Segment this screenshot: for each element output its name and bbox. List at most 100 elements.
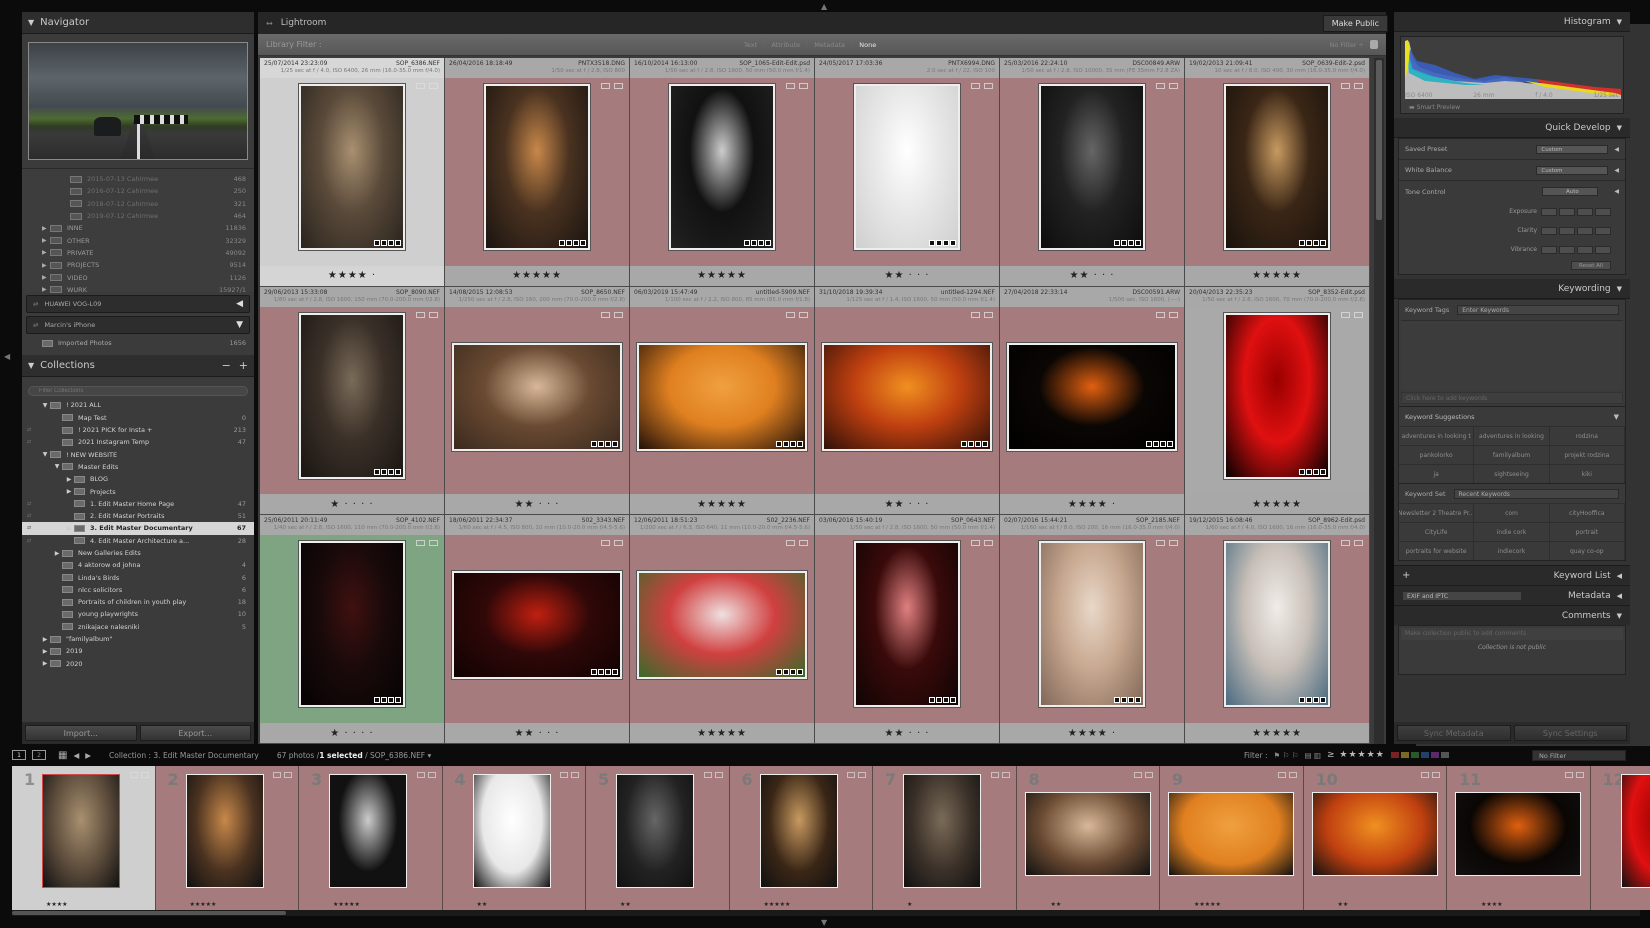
filmstrip-cell[interactable]: 6 ★★★★★	[729, 766, 873, 910]
expand-icon[interactable]: ▶	[64, 476, 74, 483]
photo-thumbnail[interactable]	[853, 541, 961, 708]
expand-icon[interactable]: ▶	[42, 274, 50, 281]
star-rating[interactable]: ★★★★ ·	[1000, 494, 1184, 515]
star-rating[interactable]: ★★ · · ·	[445, 494, 629, 515]
grid-cell[interactable]: 27/04/2018 22:33:14 DSC00591.ARW 1/500 sec…	[1000, 286, 1185, 516]
no-label-swatch[interactable]	[1440, 752, 1449, 758]
keyword-suggestion[interactable]: ja	[1399, 464, 1475, 483]
filmstrip-cell[interactable]: 1 ★★★★	[12, 766, 156, 910]
quick-collection-icon[interactable]	[416, 311, 425, 318]
primary-monitor-button[interactable]: 1	[12, 750, 26, 760]
grid-cell[interactable]: 25/07/2014 23:23:09 SOP_6386.NEF 1/25 sec …	[260, 58, 445, 287]
collections-header[interactable]: ▼ Collections − +	[22, 355, 254, 378]
recent-keyword[interactable]: quay co-op	[1549, 541, 1625, 560]
device-huawei[interactable]: ⇄ HUAWEI VOG-L09 ◀	[26, 295, 250, 313]
folder-item[interactable]: ▶ PROJECTS 9514	[22, 259, 254, 271]
photo-thumbnail[interactable]	[298, 312, 406, 479]
rotate-icon[interactable]	[858, 772, 866, 778]
recent-keyword[interactable]: cityHooffica	[1549, 503, 1625, 522]
quick-collection-icon[interactable]	[971, 540, 980, 547]
clarity-increase[interactable]	[1577, 226, 1593, 235]
photo-thumbnail[interactable]	[853, 84, 961, 250]
vibrance-increase-large[interactable]	[1595, 245, 1611, 254]
quick-collection-icon[interactable]	[847, 772, 855, 778]
collection-item[interactable]: Linda's Birds 6	[22, 571, 254, 583]
star-rating[interactable]: ★★ · · ·	[815, 723, 999, 743]
recent-keyword[interactable]: indie cork	[1474, 522, 1550, 541]
filmstrip-cell[interactable]: 3 ★★★★★	[299, 766, 443, 910]
quick-collection-icon[interactable]	[1156, 540, 1165, 547]
photo-thumbnail[interactable]	[298, 541, 406, 708]
rotate-icon[interactable]	[140, 772, 149, 778]
filmstrip-thumbnail[interactable]	[472, 774, 551, 888]
quick-collection-icon[interactable]	[1156, 311, 1165, 318]
collection-item[interactable]: ⇄ ! 2021 PICK for Insta + 213	[22, 424, 254, 436]
filmstrip-cell[interactable]: 4 ★★	[442, 766, 586, 910]
keyword-tags-area[interactable]	[1401, 320, 1623, 390]
vibrance-increase[interactable]	[1577, 245, 1593, 254]
folder-item[interactable]: ▶ WURK 15927/1	[22, 284, 254, 296]
navigator-header[interactable]: ▼ Navigator FIT ÷ 100% 100% ÷	[22, 12, 1650, 756]
edit-filter-icons[interactable]: ▤ ▥	[1304, 751, 1321, 760]
histogram-header[interactable]: Histogram ▼	[1394, 12, 1630, 32]
rotate-icon[interactable]	[984, 540, 993, 547]
quick-collection-icon[interactable]	[1277, 772, 1286, 778]
collection-item[interactable]: ⇄ 4. Edit Master Architecture a... 28	[22, 535, 254, 547]
keyword-suggestion[interactable]: adventures in looking	[1474, 426, 1550, 445]
rotate-icon[interactable]	[1288, 772, 1297, 778]
add-collection-icon[interactable]: +	[239, 359, 248, 372]
recent-keyword[interactable]: portraits for website	[1399, 541, 1475, 560]
export-button[interactable]: Export...	[139, 725, 251, 741]
star-rating[interactable]: ★★★★ ·	[1000, 723, 1184, 743]
expand-icon[interactable]: ▼	[40, 402, 50, 409]
folder-item[interactable]: 2019-07-12 Cahirmee 464	[22, 210, 254, 222]
rotate-icon[interactable]	[284, 772, 292, 778]
expand-icon[interactable]: ◀	[1614, 188, 1619, 195]
sync-settings-button[interactable]: Sync Settings	[1513, 725, 1627, 741]
reset-all-button[interactable]: Reset All	[1571, 261, 1611, 270]
collection-item[interactable]: ▼ ! NEW WEBSITE	[22, 448, 254, 460]
quick-collection-icon[interactable]	[786, 311, 795, 318]
grid-cell[interactable]: 18/06/2011 22:34:37 S02_3343.NEF 1/60 sec …	[445, 515, 630, 744]
quick-collection-icon[interactable]	[1421, 772, 1429, 778]
collection-item[interactable]: znikajace nalesniki 5	[22, 621, 254, 633]
photo-thumbnail[interactable]	[637, 342, 807, 451]
keyword-suggestion[interactable]: rodzina	[1549, 426, 1625, 445]
quick-collection-icon[interactable]	[416, 540, 425, 547]
photo-thumbnail[interactable]	[1223, 541, 1331, 708]
grid-cell[interactable]: 16/10/2014 16:13:00 SOP_1065-Edit-Edit.ps…	[630, 58, 815, 287]
quick-collection-icon[interactable]	[1341, 311, 1350, 318]
collection-item[interactable]: 4 aktorow od johna 4	[22, 559, 254, 571]
photo-thumbnail[interactable]	[452, 571, 622, 680]
rotate-icon[interactable]	[1575, 772, 1584, 778]
quick-collection-icon[interactable]	[990, 772, 999, 778]
star-rating[interactable]: ★ · · · ·	[260, 723, 444, 743]
back-arrow-icon[interactable]: ↔	[266, 19, 273, 28]
star-rating[interactable]: ★★ · · ·	[1000, 265, 1184, 286]
folder-item[interactable]: 2016-07-12 Cahirmee 250	[22, 185, 254, 197]
filmstrip-thumbnail[interactable]	[42, 774, 120, 888]
photo-thumbnail[interactable]	[637, 571, 807, 680]
filter-mode-attribute[interactable]: Attribute	[771, 41, 800, 49]
grid-cell[interactable]: 29/06/2013 15:33:08 SOP_8090.NEF 1/80 sec …	[260, 286, 445, 516]
keyword-suggestion[interactable]: projekt rodzina	[1549, 445, 1625, 464]
rotate-icon[interactable]	[427, 772, 436, 778]
add-keywords-input[interactable]: Click here to add keywords	[1401, 392, 1623, 404]
rotate-icon[interactable]	[799, 311, 808, 318]
grid-scrollbar[interactable]	[1374, 58, 1384, 744]
rotate-icon[interactable]	[1169, 83, 1178, 89]
collection-item[interactable]: ▶ "familyalbum"	[22, 633, 254, 645]
quick-collection-icon[interactable]	[601, 83, 610, 89]
quick-collection-icon[interactable]	[1341, 83, 1350, 89]
keyword-suggestions-header[interactable]: Keyword Suggestions ▼	[1399, 406, 1625, 426]
keyword-suggestion[interactable]: kiki	[1549, 464, 1625, 483]
filter-mode-metadata[interactable]: Metadata	[814, 41, 845, 49]
filmstrip-thumbnail[interactable]	[759, 774, 838, 888]
grid-cell[interactable]: 26/04/2016 18:18:49 PNTX3518.DNG 1/50 sec …	[445, 58, 630, 287]
quick-collection-icon[interactable]	[416, 83, 425, 89]
rotate-icon[interactable]	[1001, 772, 1010, 778]
rotate-icon[interactable]	[799, 83, 808, 89]
color-label-filter[interactable]	[1390, 752, 1449, 758]
grid-cell[interactable]: 06/03/2019 15:47:49 untitled-5909.NEF 1/10…	[630, 286, 815, 516]
grid-cell[interactable]: 31/10/2018 19:39:34 untitled-1294.NEF 1/12…	[815, 286, 1000, 516]
